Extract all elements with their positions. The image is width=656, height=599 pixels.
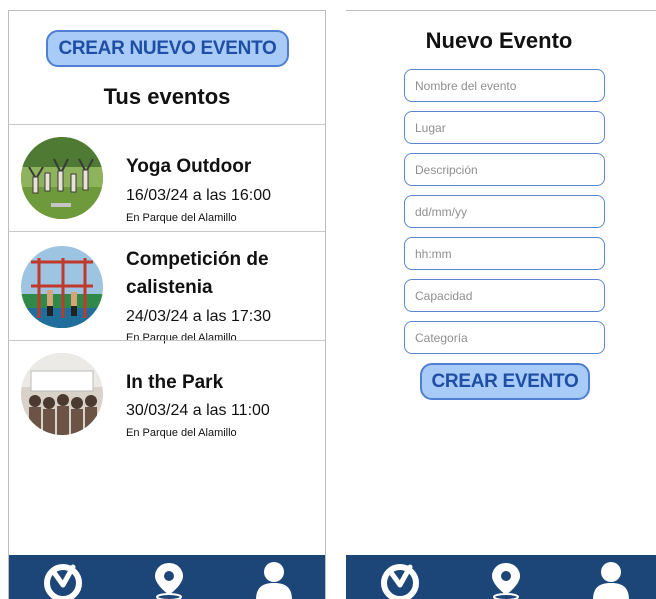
event-title: In the Park xyxy=(126,372,224,393)
event-card[interactable]: In the Park 30/03/24 a las 11:00 En Parq… xyxy=(9,341,325,451)
event-image-park xyxy=(21,353,103,435)
category-field[interactable] xyxy=(404,321,605,354)
event-date: 30/03/24 a las 11:00 xyxy=(126,402,270,419)
date-field[interactable] xyxy=(404,195,605,228)
event-image-calisthenics xyxy=(21,246,103,328)
map-pin-icon[interactable] xyxy=(149,561,189,599)
event-place: En Parque del Alamillo xyxy=(126,212,237,224)
description-field[interactable] xyxy=(404,153,605,186)
location-field[interactable] xyxy=(404,111,605,144)
event-title: Yoga Outdoor xyxy=(126,156,252,177)
bottom-nav xyxy=(9,555,325,599)
event-card[interactable]: Yoga Outdoor 16/03/24 a las 16:00 En Par… xyxy=(9,125,325,231)
clock-icon[interactable] xyxy=(380,561,420,599)
time-field[interactable] xyxy=(404,237,605,270)
new-event-screen: Nuevo Evento CREAR EVENTO xyxy=(346,10,656,599)
event-card[interactable]: Competición de calistenia 24/03/24 a las… xyxy=(9,232,325,344)
event-date: 24/03/24 a las 17:30 xyxy=(126,308,272,325)
page-title: Nuevo Evento xyxy=(425,28,573,53)
clock-icon[interactable] xyxy=(43,561,83,599)
event-title-line-2: calistenia xyxy=(126,277,213,298)
event-title: Competición de xyxy=(126,249,269,270)
bottom-nav xyxy=(346,555,656,599)
user-icon[interactable] xyxy=(254,561,294,599)
event-image-yoga xyxy=(21,137,103,219)
event-place: En Parque del Alamillo xyxy=(126,427,237,439)
map-pin-icon[interactable] xyxy=(486,561,526,599)
event-date: 16/03/24 a las 16:00 xyxy=(126,187,272,204)
events-list-screen: CREAR NUEVO EVENTO Tus eventos Yoga Outd… xyxy=(8,10,326,599)
event-name-field[interactable] xyxy=(404,69,605,102)
user-icon[interactable] xyxy=(591,561,631,599)
capacity-field[interactable] xyxy=(404,279,605,312)
create-event-button[interactable]: CREAR EVENTO xyxy=(420,363,590,400)
page-title: Tus eventos xyxy=(103,84,231,109)
create-new-event-button[interactable]: CREAR NUEVO EVENTO xyxy=(46,30,289,67)
